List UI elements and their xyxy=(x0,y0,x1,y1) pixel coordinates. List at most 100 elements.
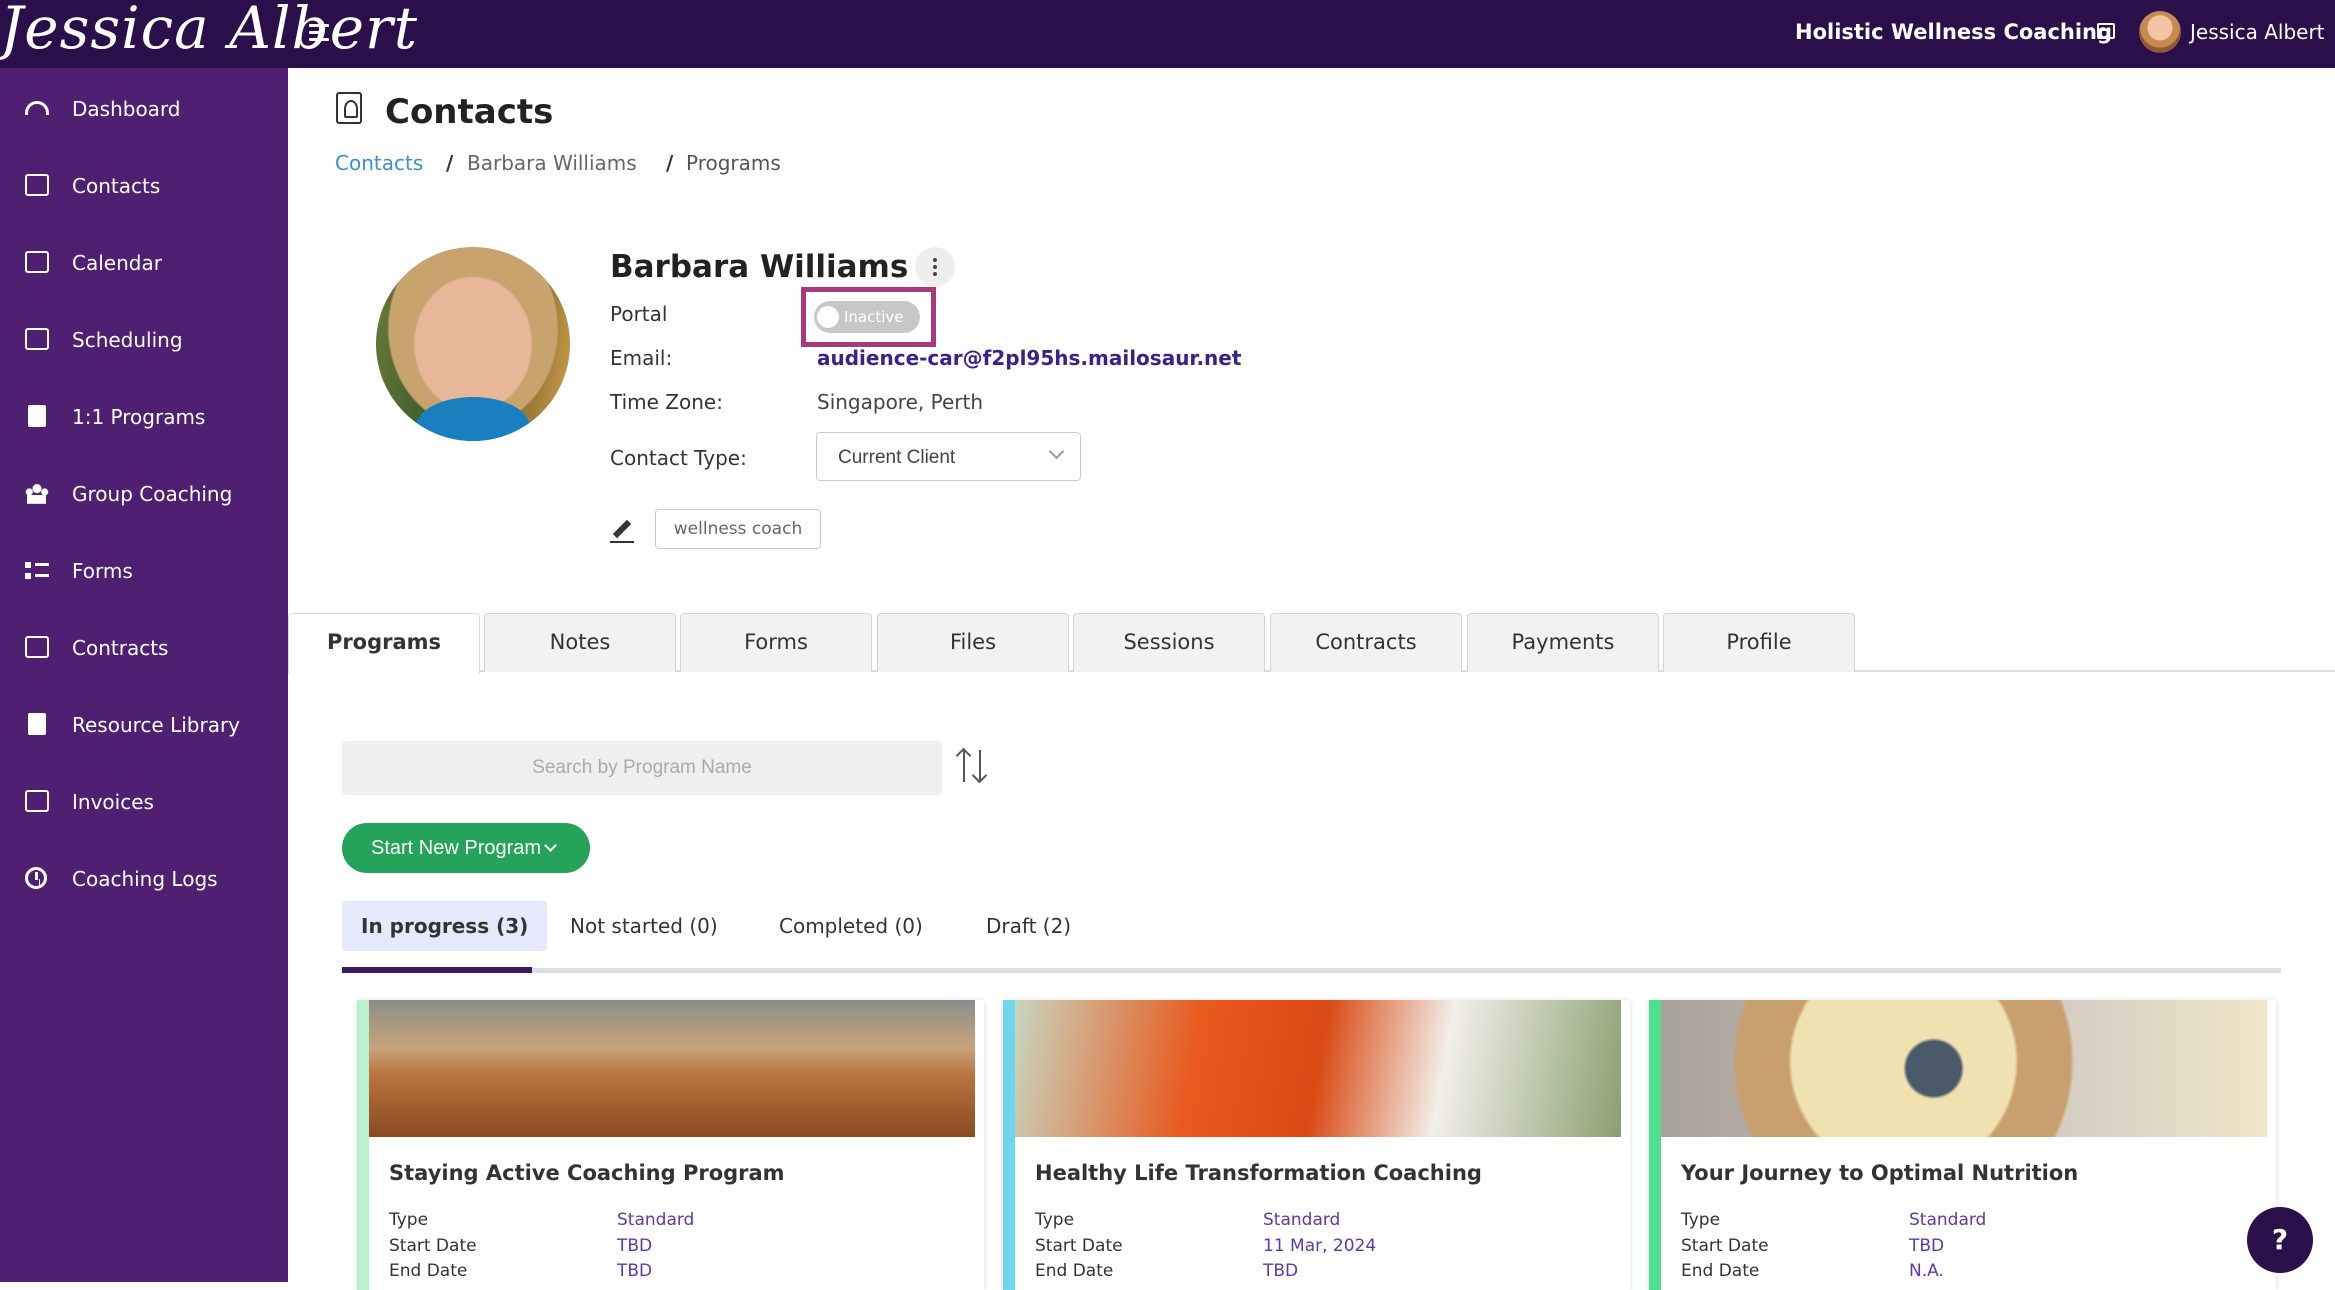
sidebar-item-coaching-logs[interactable]: Coaching Logs xyxy=(0,843,288,913)
type-value: Standard xyxy=(1263,1210,1341,1230)
tab-forms[interactable]: Forms xyxy=(680,613,872,672)
start-new-program-label: Start New Program xyxy=(371,837,542,859)
sidebar-item-calendar[interactable]: Calendar xyxy=(0,227,288,297)
card-accent xyxy=(1649,1000,1661,1290)
logo[interactable]: Jessica Albert xyxy=(0,0,418,62)
signature-icon xyxy=(25,636,49,658)
sidebar-item-label: Scheduling xyxy=(72,328,183,352)
sidebar-item-contacts[interactable]: Contacts xyxy=(0,150,288,220)
sidebar-item-invoices[interactable]: Invoices xyxy=(0,766,288,836)
edit-tags-icon[interactable] xyxy=(610,519,634,543)
tab-notes[interactable]: Notes xyxy=(484,613,676,672)
contact-type-label: Contact Type: xyxy=(610,446,747,470)
sort-icon[interactable] xyxy=(955,747,989,786)
portal-label: Portal xyxy=(610,302,668,326)
status-tab-draft[interactable]: Draft (2) xyxy=(986,901,1071,951)
sidebar-item-label: Dashboard xyxy=(72,97,181,121)
email-label: Email: xyxy=(610,346,673,370)
end-date-label: End Date xyxy=(389,1261,468,1281)
top-bar: Jessica Albert Holistic Wellness Coachin… xyxy=(0,0,2335,68)
type-label: Type xyxy=(1035,1210,1075,1230)
sidebar-item-programs[interactable]: 1:1 Programs xyxy=(0,381,288,451)
breadcrumb-separator: / xyxy=(666,151,674,175)
type-value: Standard xyxy=(1909,1210,1987,1230)
contacts-icon xyxy=(25,174,49,196)
breadcrumb-programs: Programs xyxy=(686,151,781,175)
sidebar-item-label: Coaching Logs xyxy=(72,867,218,891)
contacts-page-icon xyxy=(336,92,362,124)
book-icon xyxy=(28,405,46,427)
sidebar-item-dashboard[interactable]: Dashboard xyxy=(0,73,288,143)
calendar-icon xyxy=(25,251,49,273)
sidebar-item-label: Group Coaching xyxy=(72,482,233,506)
sidebar-item-label: Forms xyxy=(72,559,133,583)
tab-payments[interactable]: Payments xyxy=(1467,613,1659,672)
type-value: Standard xyxy=(617,1210,695,1230)
program-card[interactable]: Your Journey to Optimal Nutrition Type S… xyxy=(1649,1000,2276,1290)
breadcrumb-contacts[interactable]: Contacts xyxy=(335,151,423,175)
more-options-icon[interactable] xyxy=(915,247,955,287)
library-icon xyxy=(28,713,46,735)
program-title: Healthy Life Transformation Coaching xyxy=(1035,1161,1482,1185)
chevron-down-icon xyxy=(544,839,557,852)
contact-avatar xyxy=(376,247,570,441)
contact-timezone: Singapore, Perth xyxy=(817,390,984,414)
inbox-icon[interactable] xyxy=(2097,23,2115,39)
sidebar-item-group-coaching[interactable]: Group Coaching xyxy=(0,458,288,528)
business-name[interactable]: Holistic Wellness Coaching xyxy=(1795,20,2112,44)
dashboard-icon xyxy=(25,101,49,115)
contact-type-select[interactable]: Current Client xyxy=(816,432,1081,481)
sidebar-item-label: Resource Library xyxy=(72,713,241,737)
program-image xyxy=(369,1000,975,1137)
help-button[interactable]: ? xyxy=(2247,1207,2313,1273)
toggle-knob xyxy=(817,306,839,328)
sidebar-item-label: Contracts xyxy=(72,636,169,660)
sidebar-item-label: Invoices xyxy=(72,790,154,814)
program-card[interactable]: Staying Active Coaching Program Type Sta… xyxy=(357,1000,984,1290)
sidebar-item-label: 1:1 Programs xyxy=(72,405,206,429)
sidebar-item-contracts[interactable]: Contracts xyxy=(0,612,288,682)
user-avatar[interactable] xyxy=(2139,11,2181,53)
start-date-value: TBD xyxy=(1909,1236,1945,1256)
portal-toggle[interactable]: Inactive xyxy=(814,301,920,333)
start-date-label: Start Date xyxy=(1681,1236,1769,1256)
status-tab-not-started[interactable]: Not started (0) xyxy=(570,901,718,951)
tab-contracts[interactable]: Contracts xyxy=(1270,613,1462,672)
sidebar-item-scheduling[interactable]: Scheduling xyxy=(0,304,288,374)
sidebar-item-resource-library[interactable]: Resource Library xyxy=(0,689,288,759)
breadcrumb-separator: / xyxy=(446,151,454,175)
start-date-value: 11 Mar, 2024 xyxy=(1263,1236,1377,1256)
start-date-label: Start Date xyxy=(1035,1236,1123,1256)
end-date-value: TBD xyxy=(1263,1261,1299,1281)
start-new-program-button[interactable]: Start New Program xyxy=(342,823,590,873)
start-date-label: Start Date xyxy=(389,1236,477,1256)
type-label: Type xyxy=(1681,1210,1721,1230)
sidebar-item-forms[interactable]: Forms xyxy=(0,535,288,605)
sidebar-item-label: Calendar xyxy=(72,251,162,275)
status-tab-completed[interactable]: Completed (0) xyxy=(779,901,923,951)
invoice-icon xyxy=(25,790,49,812)
card-accent xyxy=(357,1000,369,1290)
card-accent xyxy=(1003,1000,1015,1290)
status-tab-track xyxy=(342,968,2281,973)
program-title: Your Journey to Optimal Nutrition xyxy=(1681,1161,2079,1185)
breadcrumb-contact-name[interactable]: Barbara Williams xyxy=(467,151,637,175)
user-name[interactable]: Jessica Albert xyxy=(2190,20,2325,44)
timezone-label: Time Zone: xyxy=(610,390,723,414)
program-search-input[interactable] xyxy=(342,741,942,795)
program-image xyxy=(1015,1000,1621,1137)
page-title: Contacts xyxy=(385,92,554,132)
scheduling-icon xyxy=(25,328,49,350)
contact-name: Barbara Williams xyxy=(610,249,909,285)
type-label: Type xyxy=(389,1210,429,1230)
program-card[interactable]: Healthy Life Transformation Coaching Typ… xyxy=(1003,1000,1630,1290)
tab-files[interactable]: Files xyxy=(877,613,1069,672)
contact-email[interactable]: audience-car@f2pl95hs.mailosaur.net xyxy=(817,346,1241,370)
menu-toggle-icon[interactable] xyxy=(309,22,333,44)
sidebar: Dashboard Contacts Calendar Scheduling 1… xyxy=(0,68,288,1282)
tab-programs[interactable]: Programs xyxy=(288,613,480,674)
program-title: Staying Active Coaching Program xyxy=(389,1161,785,1185)
tab-profile[interactable]: Profile xyxy=(1663,613,1855,672)
tab-sessions[interactable]: Sessions xyxy=(1073,613,1265,672)
status-tab-in-progress[interactable]: In progress (3) xyxy=(342,901,548,951)
